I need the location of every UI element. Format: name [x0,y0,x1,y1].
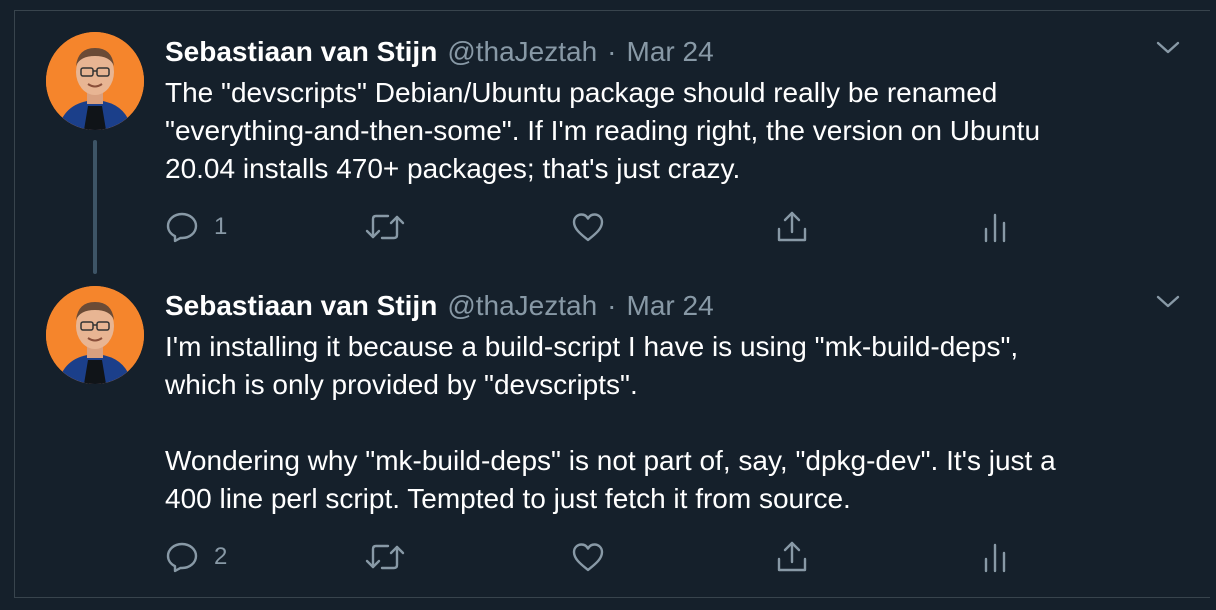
separator: · [607,290,617,321]
share-icon [774,539,810,575]
reply-icon [164,539,200,575]
tweet-text-line: I'm installing it because a build-script… [165,331,1019,362]
share-button[interactable] [774,537,810,577]
share-button[interactable] [774,207,810,247]
tweet-1[interactable]: Sebastiaan van Stijn @thaJeztah · Mar 24… [0,0,1216,272]
tweet-header: Sebastiaan van Stijn @thaJeztah · Mar 24 [165,286,714,326]
reply-count: 1 [214,213,228,240]
tweet-header: Sebastiaan van Stijn @thaJeztah · Mar 24 [165,32,714,72]
tweet-text-line: "everything-and-then-some". If I'm readi… [165,115,1041,146]
tweet-date[interactable]: Mar 24 [627,36,714,68]
tweet-text-line: Wondering why "mk-build-deps" is not par… [165,445,1056,476]
author-name[interactable]: Sebastiaan van Stijn [165,290,437,322]
tweet-text-line: which is only provided by "devscripts". [165,369,638,400]
author-handle[interactable]: @thaJeztah [447,290,597,322]
tweet-text-line: 400 line perl script. Tempted to just fe… [165,483,851,514]
reply-button[interactable]: 1 [164,207,227,247]
retweet-button[interactable] [364,537,406,577]
tweet-2[interactable]: Sebastiaan van Stijn @thaJeztah · Mar 24… [0,272,1216,598]
tweet-text: I'm installing it because a build-script… [165,328,1195,518]
retweet-icon [364,539,406,575]
avatar[interactable] [46,286,144,384]
thread-connector [93,140,97,274]
retweet-button[interactable] [364,207,406,247]
like-icon [570,539,606,575]
tweet-actions: 2 [0,537,1216,577]
chevron-down-icon[interactable] [1152,36,1184,60]
separator: · [607,36,617,67]
retweet-icon [364,209,406,245]
avatar[interactable] [46,32,144,130]
author-handle[interactable]: @thaJeztah [447,36,597,68]
analytics-button[interactable] [980,207,1010,247]
like-button[interactable] [570,537,606,577]
tweet-text-line: The "devscripts" Debian/Ubuntu package s… [165,77,998,108]
chevron-down-icon[interactable] [1152,290,1184,314]
analytics-icon [980,209,1010,245]
analytics-icon [980,539,1010,575]
author-name[interactable]: Sebastiaan van Stijn [165,36,437,68]
analytics-button[interactable] [980,537,1010,577]
tweet-date[interactable]: Mar 24 [627,290,714,322]
tweet-text: The "devscripts" Debian/Ubuntu package s… [165,74,1195,188]
like-icon [570,209,606,245]
like-button[interactable] [570,207,606,247]
tweet-text-line: 20.04 installs 470+ packages; that's jus… [165,153,741,184]
reply-button[interactable]: 2 [164,537,227,577]
tweet-actions: 1 [0,207,1216,247]
reply-icon [164,209,200,245]
share-icon [774,209,810,245]
reply-count: 2 [214,543,228,570]
